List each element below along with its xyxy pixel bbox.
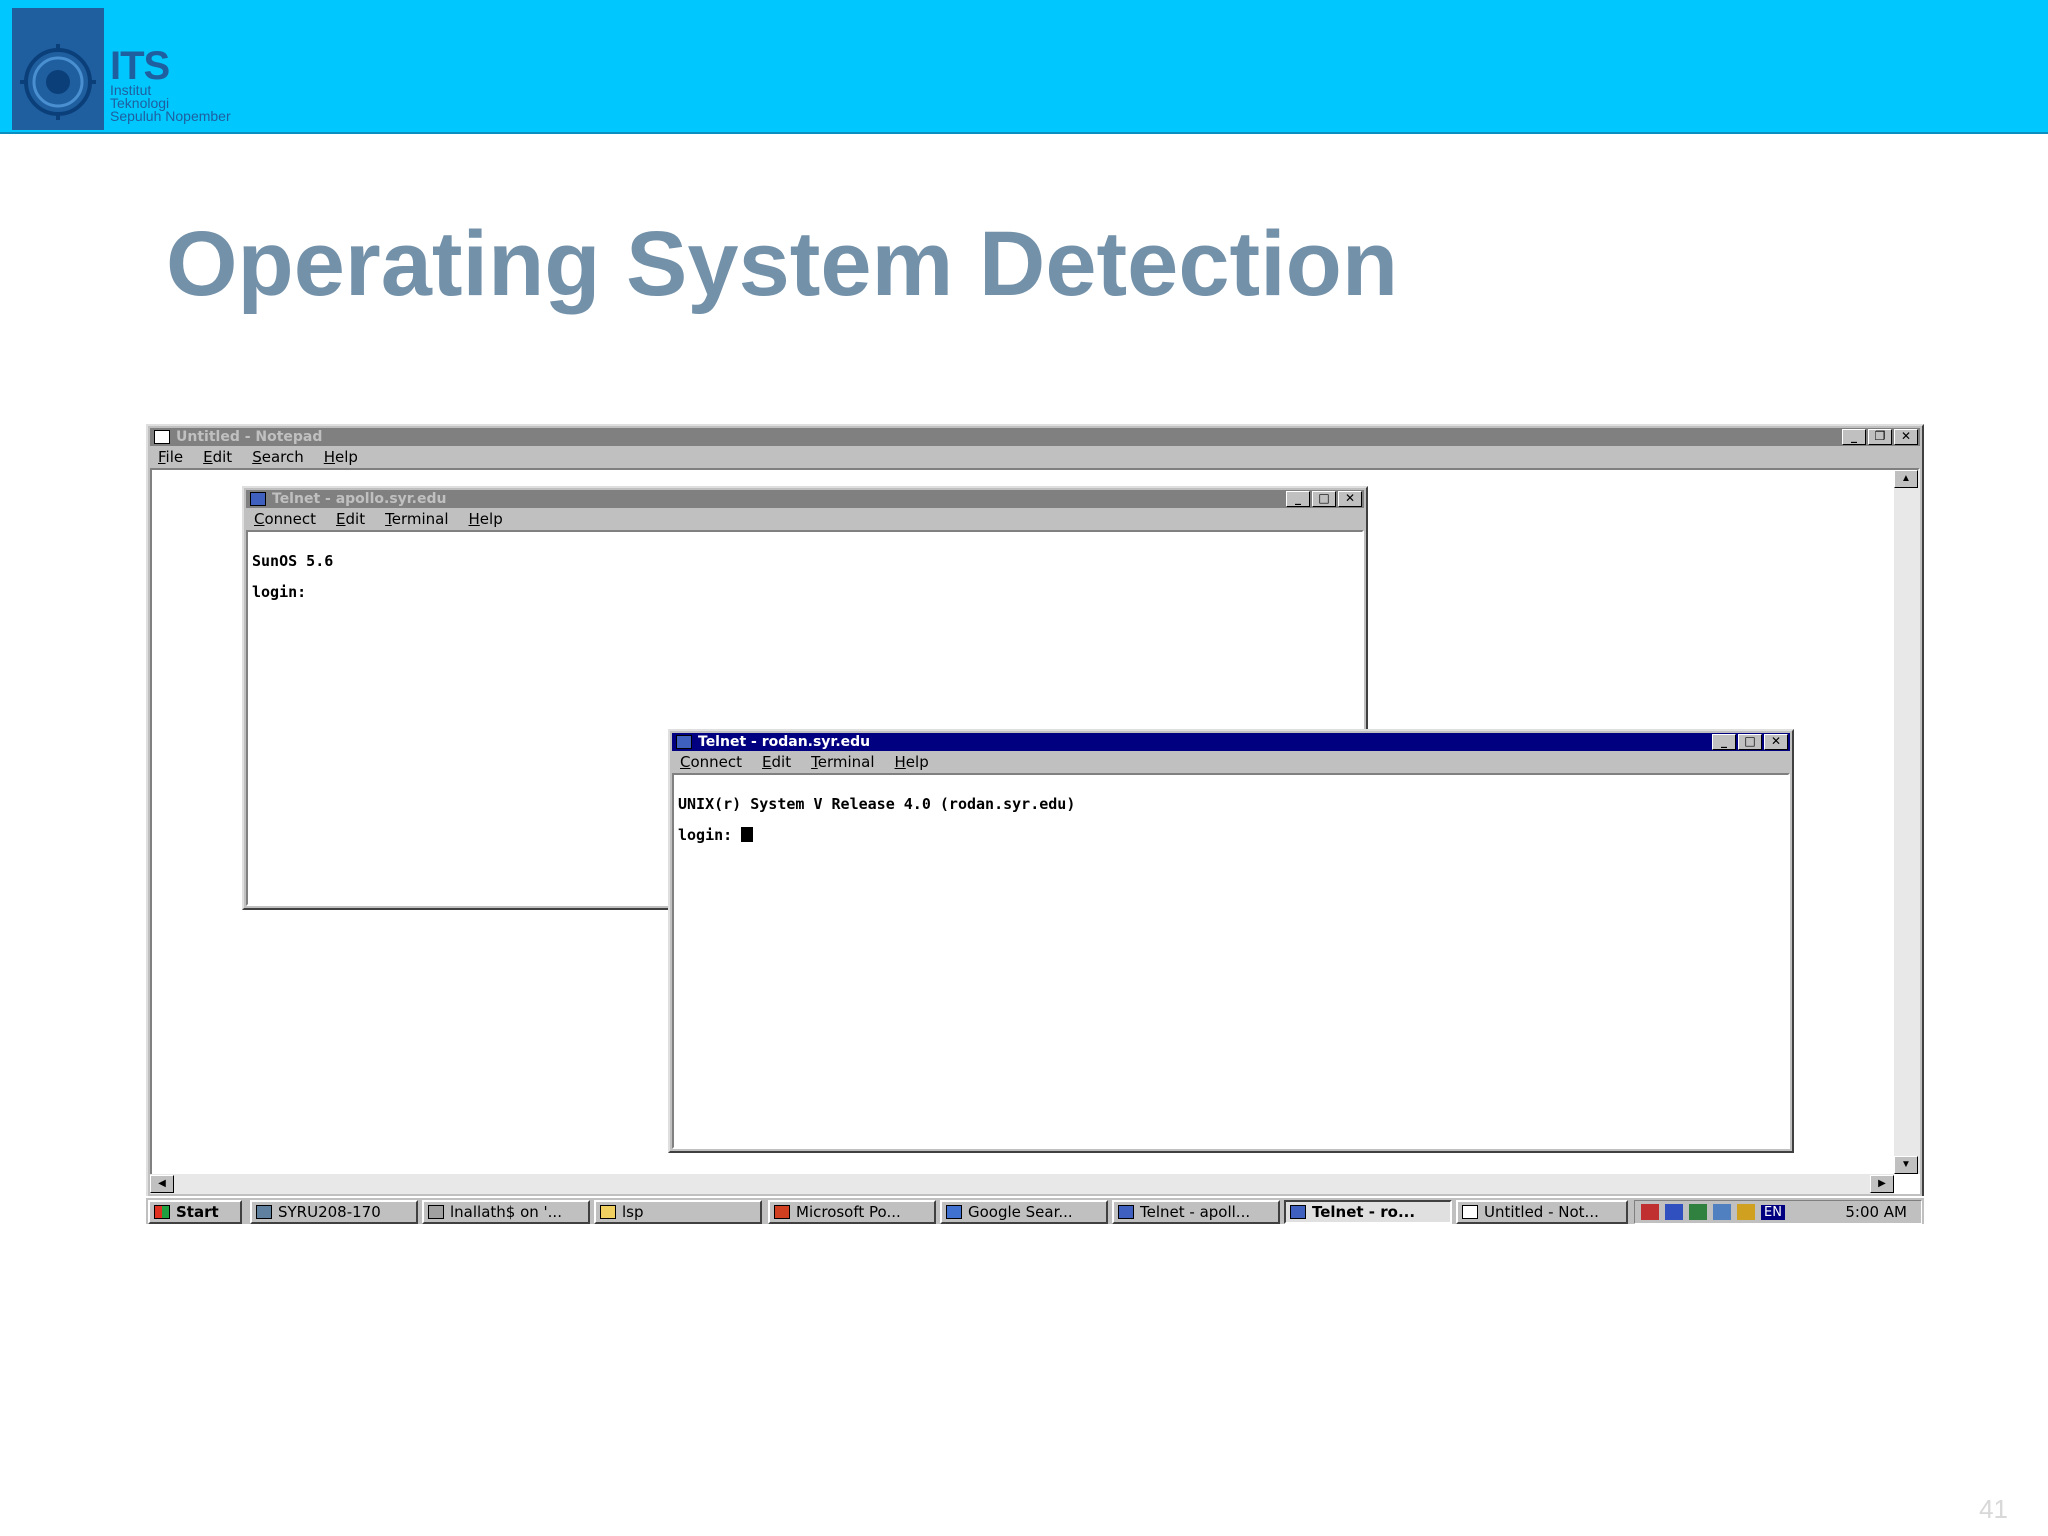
taskbar-button-label: lsp (622, 1203, 644, 1221)
taskbar-button-label: lnallath$ on '... (450, 1203, 562, 1221)
its-logo-wordmark: ITS Institut Teknologi Sepuluh Nopember (110, 44, 231, 124)
telnet-rodan-menu-terminal[interactable]: Terminal (811, 753, 874, 771)
telnet-app-icon (676, 735, 692, 749)
windows-logo-icon (154, 1205, 170, 1219)
terminal-login-line: login: (678, 826, 754, 844)
taskbar-button-powerpoint[interactable]: Microsoft Po... (768, 1200, 936, 1224)
telnet-rodan-close-button[interactable]: ✕ (1764, 734, 1788, 750)
telnet-rodan-title: Telnet - rodan.syr.edu (698, 734, 871, 750)
tray-shield-icon[interactable] (1641, 1204, 1659, 1220)
taskbar-button-telnet-apollo[interactable]: Telnet - apoll... (1112, 1200, 1280, 1224)
tray-volume-icon[interactable] (1737, 1204, 1755, 1220)
telnet-apollo-menu-terminal[interactable]: Terminal (385, 510, 448, 528)
system-tray: EN 5:00 AM (1634, 1200, 1922, 1224)
notepad-vertical-scrollbar[interactable]: ▲ ▼ (1894, 470, 1920, 1174)
telnet-apollo-menubar: Connect Edit Terminal Help (246, 508, 1364, 530)
telnet-icon (1290, 1205, 1306, 1219)
telnet-rodan-titlebar[interactable]: Telnet - rodan.syr.edu _ □ ✕ (672, 733, 1790, 751)
notepad-icon (1462, 1205, 1478, 1219)
notepad-menubar: File Edit Search Help (150, 446, 1920, 468)
terminal-cursor (741, 827, 754, 842)
taskbar-button-label: SYRU208-170 (278, 1203, 381, 1221)
scroll-down-arrow-icon[interactable]: ▼ (1894, 1156, 1918, 1174)
tray-connection-icon[interactable] (1713, 1204, 1731, 1220)
tray-network-icon[interactable] (1689, 1204, 1707, 1220)
scroll-left-arrow-icon[interactable]: ◀ (150, 1175, 174, 1193)
notepad-titlebar[interactable]: Untitled - Notepad _ ❐ ✕ (150, 428, 1920, 446)
language-indicator[interactable]: EN (1761, 1204, 1785, 1220)
browser-icon (946, 1205, 962, 1219)
taskbar-button-telnet-rodan[interactable]: Telnet - ro... (1284, 1200, 1452, 1224)
powerpoint-icon (774, 1205, 790, 1219)
telnet-apollo-titlebar[interactable]: Telnet - apollo.syr.edu _ □ ✕ (246, 490, 1364, 508)
telnet-rodan-menu-connect[interactable]: Connect (680, 753, 742, 771)
taskbar-button-label: Untitled - Not... (1484, 1203, 1599, 1221)
notepad-minimize-button[interactable]: _ (1842, 429, 1866, 445)
telnet-apollo-title: Telnet - apollo.syr.edu (272, 491, 447, 507)
telnet-rodan-menu-edit[interactable]: Edit (762, 753, 791, 771)
its-logo-emblem-icon (12, 8, 104, 130)
taskbar: Start SYRU208-170 lnallath$ on '... lsp … (146, 1196, 1924, 1224)
notepad-title: Untitled - Notepad (176, 429, 323, 445)
notepad-restore-button[interactable]: ❐ (1868, 429, 1892, 445)
scroll-right-arrow-icon[interactable]: ▶ (1870, 1175, 1894, 1193)
telnet-app-icon (250, 492, 266, 506)
taskbar-button-syru208[interactable]: SYRU208-170 (250, 1200, 418, 1224)
telnet-apollo-menu-edit[interactable]: Edit (336, 510, 365, 528)
taskbar-clock[interactable]: 5:00 AM (1845, 1203, 1907, 1221)
telnet-apollo-close-button[interactable]: ✕ (1338, 491, 1362, 507)
taskbar-button-google[interactable]: Google Sear... (940, 1200, 1108, 1224)
terminal-prompt: login: (678, 826, 742, 844)
folder-icon (600, 1205, 616, 1219)
slide-header-band: ITS Institut Teknologi Sepuluh Nopember (0, 0, 2048, 134)
telnet-rodan-maximize-button[interactable]: □ (1738, 734, 1762, 750)
terminal-line: SunOS 5.6 (252, 552, 334, 570)
network-drive-icon (428, 1205, 444, 1219)
taskbar-button-share[interactable]: lnallath$ on '... (422, 1200, 590, 1224)
taskbar-button-lsp[interactable]: lsp (594, 1200, 762, 1224)
telnet-rodan-menu-help[interactable]: Help (895, 753, 929, 771)
notepad-menu-file[interactable]: File (158, 448, 183, 466)
start-label: Start (176, 1203, 219, 1221)
telnet-apollo-menu-connect[interactable]: Connect (254, 510, 316, 528)
tray-antivirus-icon[interactable] (1665, 1204, 1683, 1220)
telnet-rodan-minimize-button[interactable]: _ (1712, 734, 1736, 750)
terminal-line: login: (252, 583, 307, 601)
slide-page-number: 41 (1979, 1494, 2008, 1524)
taskbar-button-label: Telnet - apoll... (1140, 1203, 1251, 1221)
telnet-apollo-menu-help[interactable]: Help (469, 510, 503, 528)
notepad-menu-edit[interactable]: Edit (203, 448, 232, 466)
notepad-close-button[interactable]: ✕ (1894, 429, 1918, 445)
notepad-app-icon (154, 430, 170, 444)
notepad-menu-search[interactable]: Search (252, 448, 304, 466)
taskbar-button-label: Google Sear... (968, 1203, 1073, 1221)
telnet-rodan-menubar: Connect Edit Terminal Help (672, 751, 1790, 773)
notepad-horizontal-scrollbar[interactable]: ◀ ▶ (150, 1174, 1894, 1194)
notepad-menu-help[interactable]: Help (324, 448, 358, 466)
telnet-apollo-maximize-button[interactable]: □ (1312, 491, 1336, 507)
computer-icon (256, 1205, 272, 1219)
telnet-rodan-terminal[interactable]: UNIX(r) System V Release 4.0 (rodan.syr.… (672, 773, 1790, 1149)
taskbar-button-label: Telnet - ro... (1312, 1203, 1416, 1221)
logo-abbreviation: ITS (110, 44, 170, 88)
slide-title: Operating System Detection (166, 213, 1399, 315)
taskbar-button-notepad[interactable]: Untitled - Not... (1456, 1200, 1628, 1224)
telnet-apollo-minimize-button[interactable]: _ (1286, 491, 1310, 507)
telnet-rodan-window[interactable]: Telnet - rodan.syr.edu _ □ ✕ Connect Edi… (668, 729, 1794, 1153)
telnet-icon (1118, 1205, 1134, 1219)
start-button[interactable]: Start (148, 1200, 242, 1224)
logo-line-3: Sepuluh Nopember (110, 108, 231, 124)
taskbar-button-label: Microsoft Po... (796, 1203, 901, 1221)
terminal-line: UNIX(r) System V Release 4.0 (rodan.syr.… (678, 795, 1076, 813)
scroll-up-arrow-icon[interactable]: ▲ (1894, 470, 1918, 488)
